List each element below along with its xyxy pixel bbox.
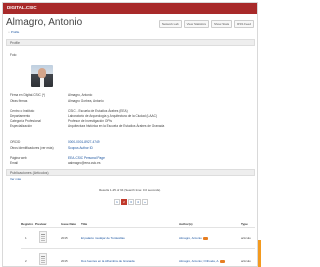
author-photo [31,65,53,87]
field-label-especializacion: Especialización [10,124,32,128]
row-title-link[interactable]: El palacio mudéjar de Tordesillas [81,236,125,240]
page-4[interactable]: 4 [135,199,141,205]
row-authors[interactable]: Almagro, Antonio; Orihuela, A. [179,259,226,263]
document-thumbnail[interactable] [39,253,47,265]
field-label-web: Página web [10,156,27,160]
photo-shirt [40,78,44,87]
author-badge-icon [202,236,208,240]
rss-feed-button[interactable]: RSS Feed [234,20,254,28]
col-header-date[interactable]: Issue Date [61,222,76,226]
field-label-otras-firmas: Otras firmas [10,99,28,103]
field-label-orcid: ORCID [10,140,21,144]
page-next[interactable]: » [142,199,148,205]
row-date: 2015 [61,259,68,263]
view-statistics-button[interactable]: View Statistics [183,20,209,28]
document-thumbnail[interactable] [39,231,47,243]
field-label-otros-ids: Otros identificadores (ver más) [10,146,54,150]
orcid-link[interactable]: 0000-0001-8927-4749 [68,140,100,144]
home-icon[interactable]: ⌂ [8,30,10,34]
row-type: artículo [241,236,251,240]
row-type: artículo [241,259,251,263]
row-date: 2015 [61,236,68,240]
row-authors-text[interactable]: Almagro, Antonio [179,236,202,240]
field-value-centro: CSIC - Escuela de Estudios Árabes (EEA) [68,109,128,113]
row-title-link[interactable]: Dos fuentes en la Alhambra de Granada [81,259,135,263]
row-number: 1 [25,236,27,240]
top-bar: DIGITAL.CSIC [3,3,257,14]
page-3[interactable]: 3 [128,199,134,205]
col-header-registro[interactable]: Registro [21,222,33,226]
site-title[interactable]: DIGITAL.CSIC [7,5,37,10]
author-profile-page: DIGITAL.CSIC Almagro, Antonio Network La… [2,2,258,267]
header-actions: Network Lab View Statistics Show Stats R… [158,20,254,28]
col-header-title[interactable]: Title [81,222,87,226]
web-link[interactable]: EEA-CSIC Personal Page [68,156,105,160]
field-value-departamento: Laboratorio de Arqueología y Arquitectur… [68,114,157,118]
page-1[interactable]: 1 [114,199,120,205]
page-2[interactable]: 2 [121,199,127,205]
results-summary: Results 1-25 of 94 (Search time: 0.0 sec… [99,188,161,192]
photo-label: Foto [10,53,17,57]
network-lab-button[interactable]: Network Lab [158,20,182,28]
field-value-especializacion: Arquitectura histórica en la Escuela de … [68,124,165,128]
field-value-firma: Almagro, Antonio [68,93,93,97]
field-label-email: Email [10,161,18,165]
row-authors-text[interactable]: Almagro, Antonio; Orihuela, A. [179,259,219,263]
field-value-categoria: Profesor de Investigación OPIs [68,119,112,123]
breadcrumb-profile-link[interactable]: Profile [11,30,20,34]
scopus-link[interactable]: Scopus Author ID [68,146,93,150]
show-stats-button[interactable]: Show Stats [210,20,233,28]
field-value-otras-firmas: Almagro Gorbea, Antonio [68,99,104,103]
field-label-firma: Firma en Digital.CSIC (*) [10,93,46,97]
pagination: 1 2 3 4 » [114,199,148,205]
row-authors[interactable]: Almagro, Antonio [179,236,208,240]
field-value-email: aalmagro@eea.csic.es [68,161,101,165]
row-divider [21,248,255,249]
publications-section-header: Publicaciones (Artículos) [6,169,255,176]
col-header-preview[interactable]: Preview [35,222,46,226]
field-label-centro: Centro o Instituto [10,109,35,113]
header-divider [21,227,255,228]
profile-section-header: Profile [6,39,255,46]
photo-face [38,68,46,78]
field-label-departamento: Departamento [10,114,31,118]
view-more-link[interactable]: Ver más [10,177,21,181]
author-name: Almagro, Antonio [6,17,83,28]
col-header-authors[interactable]: Author(s) [179,222,193,226]
breadcrumb: ⌂ Profile [8,30,19,34]
field-label-categoria: Categoría Profesional [10,119,41,123]
row-number: 2 [25,259,27,263]
author-badge-icon [220,259,226,263]
col-header-type[interactable]: Type [241,222,248,226]
